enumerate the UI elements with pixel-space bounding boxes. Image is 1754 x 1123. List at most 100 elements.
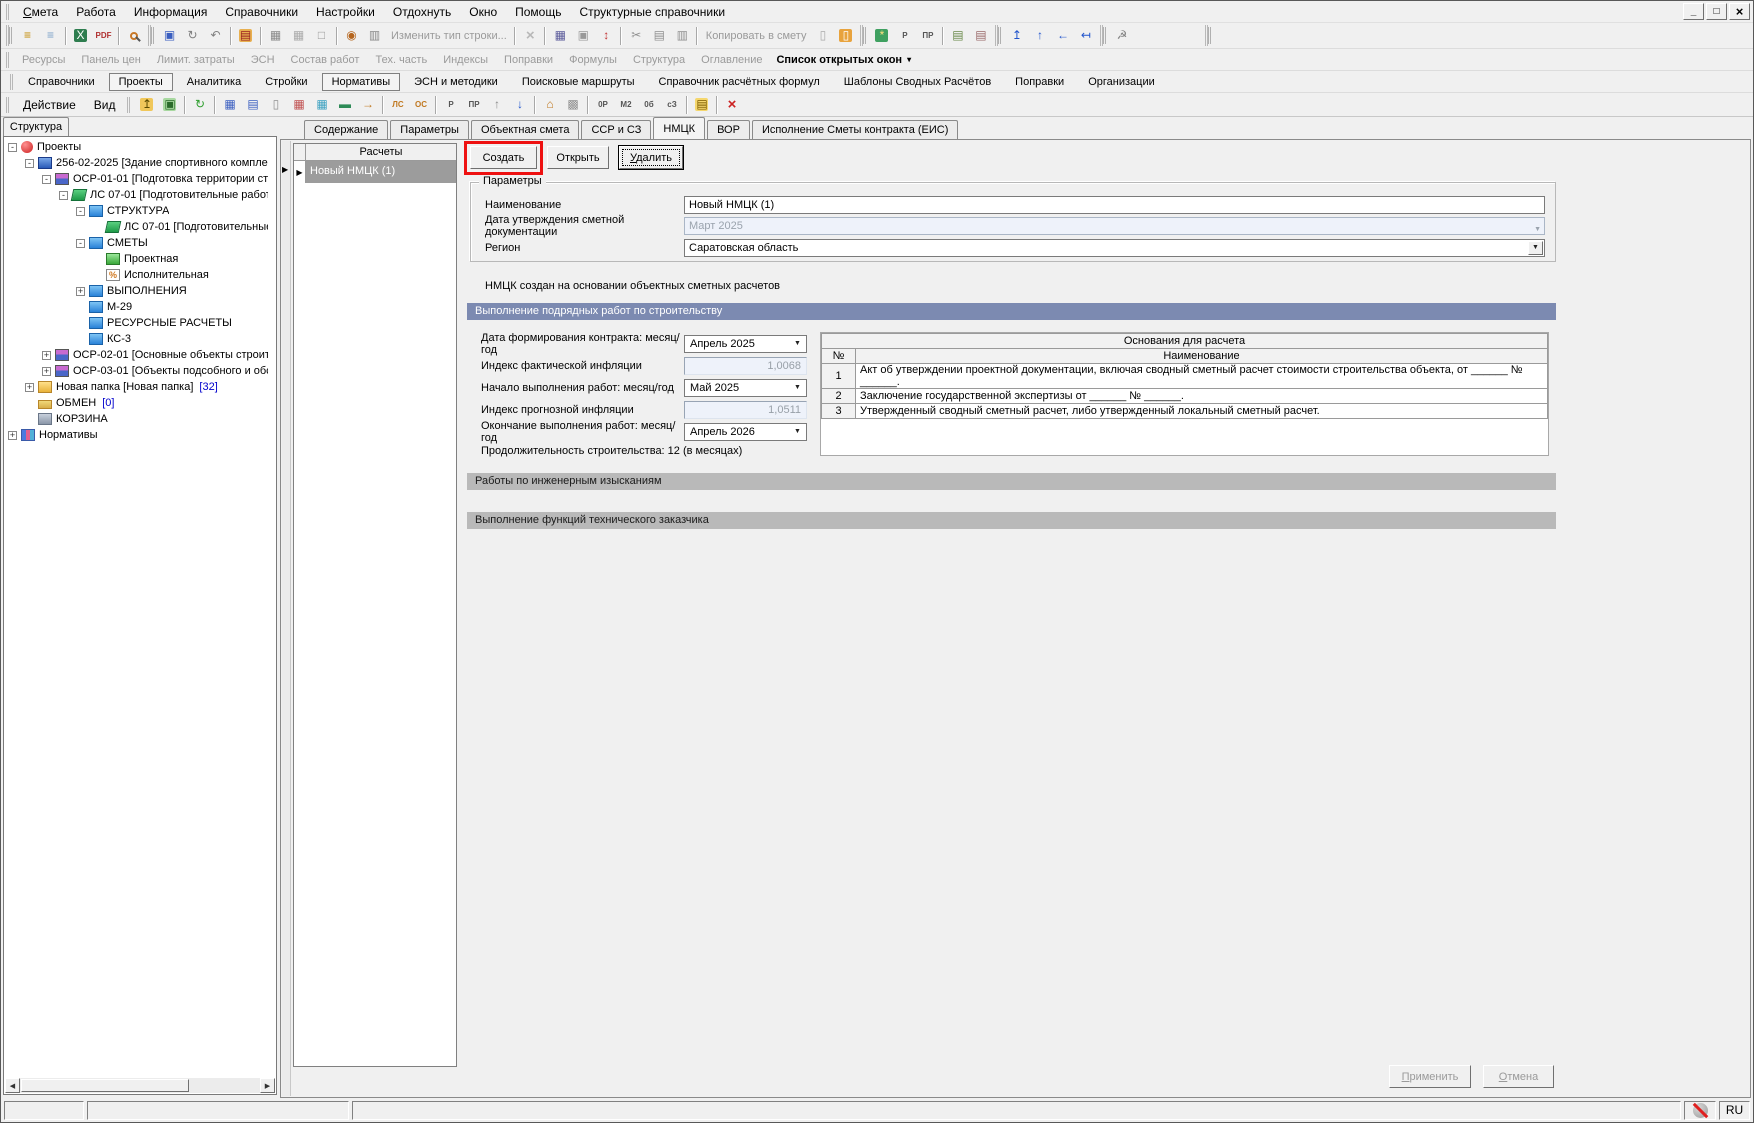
tree-item[interactable]: Проектная <box>6 251 274 267</box>
separator[interactable] <box>432 94 439 115</box>
params-icon[interactable]: ▩ <box>561 94 584 115</box>
tree-item[interactable]: + ОСР-03-01 [Объекты подсобного и обслуж… <box>6 363 274 379</box>
document-tab[interactable]: Содержание <box>304 120 388 139</box>
view-tab[interactable]: Справочники <box>18 73 105 91</box>
separator[interactable] <box>713 94 720 115</box>
level-left-icon[interactable]: ← <box>1051 25 1074 46</box>
grip[interactable] <box>1100 25 1107 46</box>
structure-tree-icon[interactable]: ≡ <box>16 25 39 46</box>
level-up-icon[interactable]: ↑ <box>1028 25 1051 46</box>
separator[interactable] <box>683 94 690 115</box>
row-type-icon[interactable]: ▥ <box>363 25 386 46</box>
section-customer-header[interactable]: Выполнение функций технического заказчик… <box>467 512 1556 529</box>
save-icon[interactable]: ▣ <box>158 25 181 46</box>
index-ob-icon[interactable]: 0б <box>637 94 660 115</box>
folder-up-icon[interactable]: ↥ <box>135 94 158 115</box>
change-row-type-label[interactable]: Изменить тип строки... <box>386 25 512 46</box>
paste-doc-icon[interactable]: ▯ <box>834 25 857 46</box>
section-survey-header[interactable]: Работы по инженерным изысканиям <box>467 473 1556 490</box>
tree-expander[interactable]: + <box>42 351 51 360</box>
note-icon[interactable]: □ <box>310 25 333 46</box>
separator[interactable] <box>618 25 625 46</box>
separator[interactable] <box>181 94 188 115</box>
region-combo[interactable]: Саратовская область ▼ <box>684 239 1545 257</box>
start-date-combo[interactable]: Май 2025 ▼ <box>684 379 807 397</box>
menu-item[interactable]: Работа <box>67 2 125 22</box>
tree-item[interactable]: + Нормативы <box>6 427 274 443</box>
scrollbar-thumb[interactable] <box>21 1079 189 1092</box>
tree-item[interactable]: - ЛС 07-01 [Подготовительные работы ( <box>6 187 274 203</box>
separator[interactable] <box>257 25 264 46</box>
close-tab-icon[interactable]: × <box>720 94 743 115</box>
edit-rows-icon[interactable]: ▤ <box>946 25 969 46</box>
tree-expander[interactable]: + <box>25 383 34 392</box>
grip[interactable] <box>995 25 1002 46</box>
new-document-icon[interactable]: ▤ <box>690 94 713 115</box>
menu-item[interactable]: Окно <box>460 2 506 22</box>
grip[interactable] <box>6 25 13 46</box>
panel-toggle[interactable]: Индексы <box>435 52 496 68</box>
insert-sheet-icon[interactable]: ▣ <box>572 25 595 46</box>
tree-expander[interactable]: + <box>42 367 51 376</box>
panel-toggle[interactable]: Ресурсы <box>14 52 73 68</box>
delete-button[interactable]: Удалить <box>619 146 683 169</box>
separator[interactable] <box>512 25 519 46</box>
menu-item[interactable]: Помощь <box>506 2 570 22</box>
section-construction-header[interactable]: Выполнение подрядных работ по строительс… <box>467 303 1556 320</box>
table-row[interactable]: 3 Утвержденный сводный сметный расчет, л… <box>822 404 1548 419</box>
menu-item[interactable]: Настройки <box>307 2 384 22</box>
machines-icon[interactable] <box>1179 25 1202 46</box>
apply-button[interactable]: Применить <box>1389 1065 1471 1088</box>
grip[interactable] <box>860 25 867 46</box>
open-windows-menu[interactable]: Список открытых окон ▾ <box>770 52 917 68</box>
print-pr-icon[interactable]: ПР <box>462 94 485 115</box>
document-tab[interactable]: ССР и СЗ <box>581 120 651 139</box>
tree-item[interactable]: - СТРУКТУРА <box>6 203 274 219</box>
undo-icon[interactable]: ↶ <box>204 25 227 46</box>
view-tab[interactable]: Шаблоны Сводных Расчётов <box>834 73 1001 91</box>
print-p-icon[interactable]: Р <box>439 94 462 115</box>
norm-base-icon[interactable]: ▬ <box>333 94 356 115</box>
tree-item[interactable]: КС-3 <box>6 331 274 347</box>
materials-icon[interactable] <box>1156 25 1179 46</box>
view-tab[interactable]: Справочник расчётных формул <box>649 73 830 91</box>
view-tab[interactable]: Стройки <box>255 73 317 91</box>
document-tab[interactable]: ВОР <box>707 120 750 139</box>
import-estimate-icon[interactable]: ▦ <box>287 94 310 115</box>
panel-toggle[interactable]: Оглавление <box>693 52 770 68</box>
tab-structure[interactable]: Структура <box>3 117 69 136</box>
tree-item[interactable]: ОБМЕН [0] <box>6 395 274 411</box>
delete-rows-icon[interactable]: ▤ <box>969 25 992 46</box>
minimize-button[interactable]: _ <box>1683 3 1704 20</box>
separator[interactable] <box>379 94 386 115</box>
paste-icon[interactable]: ▥ <box>671 25 694 46</box>
cancel-button[interactable]: Отмена <box>1483 1065 1554 1088</box>
estimate-copy-icon[interactable]: ▯ <box>264 94 287 115</box>
page-p-icon[interactable]: Р <box>893 25 916 46</box>
tree-item[interactable]: + ОСР-02-01 [Основные объекты строитель <box>6 347 274 363</box>
end-date-combo[interactable]: Апрель 2026 ▼ <box>684 423 807 441</box>
separator[interactable] <box>62 25 69 46</box>
expand-panel-icon[interactable]: ▶ <box>282 165 288 174</box>
menu-item[interactable]: Структурные справочники <box>570 2 734 22</box>
document-tab[interactable]: НМЦК <box>653 117 705 139</box>
resources-icon[interactable]: ☭ <box>1110 25 1133 46</box>
separator[interactable] <box>227 25 234 46</box>
open-button[interactable]: Открыть <box>547 146 609 169</box>
view-tab[interactable]: Аналитика <box>177 73 251 91</box>
os-settings-icon[interactable]: ОС <box>409 94 432 115</box>
contract-date-combo[interactable]: Апрель 2025 ▼ <box>684 335 807 353</box>
excel-icon[interactable]: X <box>69 25 92 46</box>
tree-item[interactable]: - СМЕТЫ <box>6 235 274 251</box>
separator[interactable] <box>211 94 218 115</box>
chevron-down-icon[interactable]: ▼ <box>790 337 805 351</box>
document-tab[interactable]: Исполнение Сметы контракта (ЕИС) <box>752 120 958 139</box>
refresh-icon[interactable]: ↻ <box>181 25 204 46</box>
panel-toggle[interactable]: Формулы <box>561 52 625 68</box>
view-menu[interactable]: Вид <box>85 95 125 115</box>
resource-icon[interactable]: ◉ <box>340 25 363 46</box>
tree-expander[interactable]: - <box>25 159 34 168</box>
menu-item[interactable]: Смета <box>14 2 67 22</box>
chevron-down-icon[interactable]: ▼ <box>790 425 805 439</box>
copy-icon[interactable]: ▤ <box>648 25 671 46</box>
